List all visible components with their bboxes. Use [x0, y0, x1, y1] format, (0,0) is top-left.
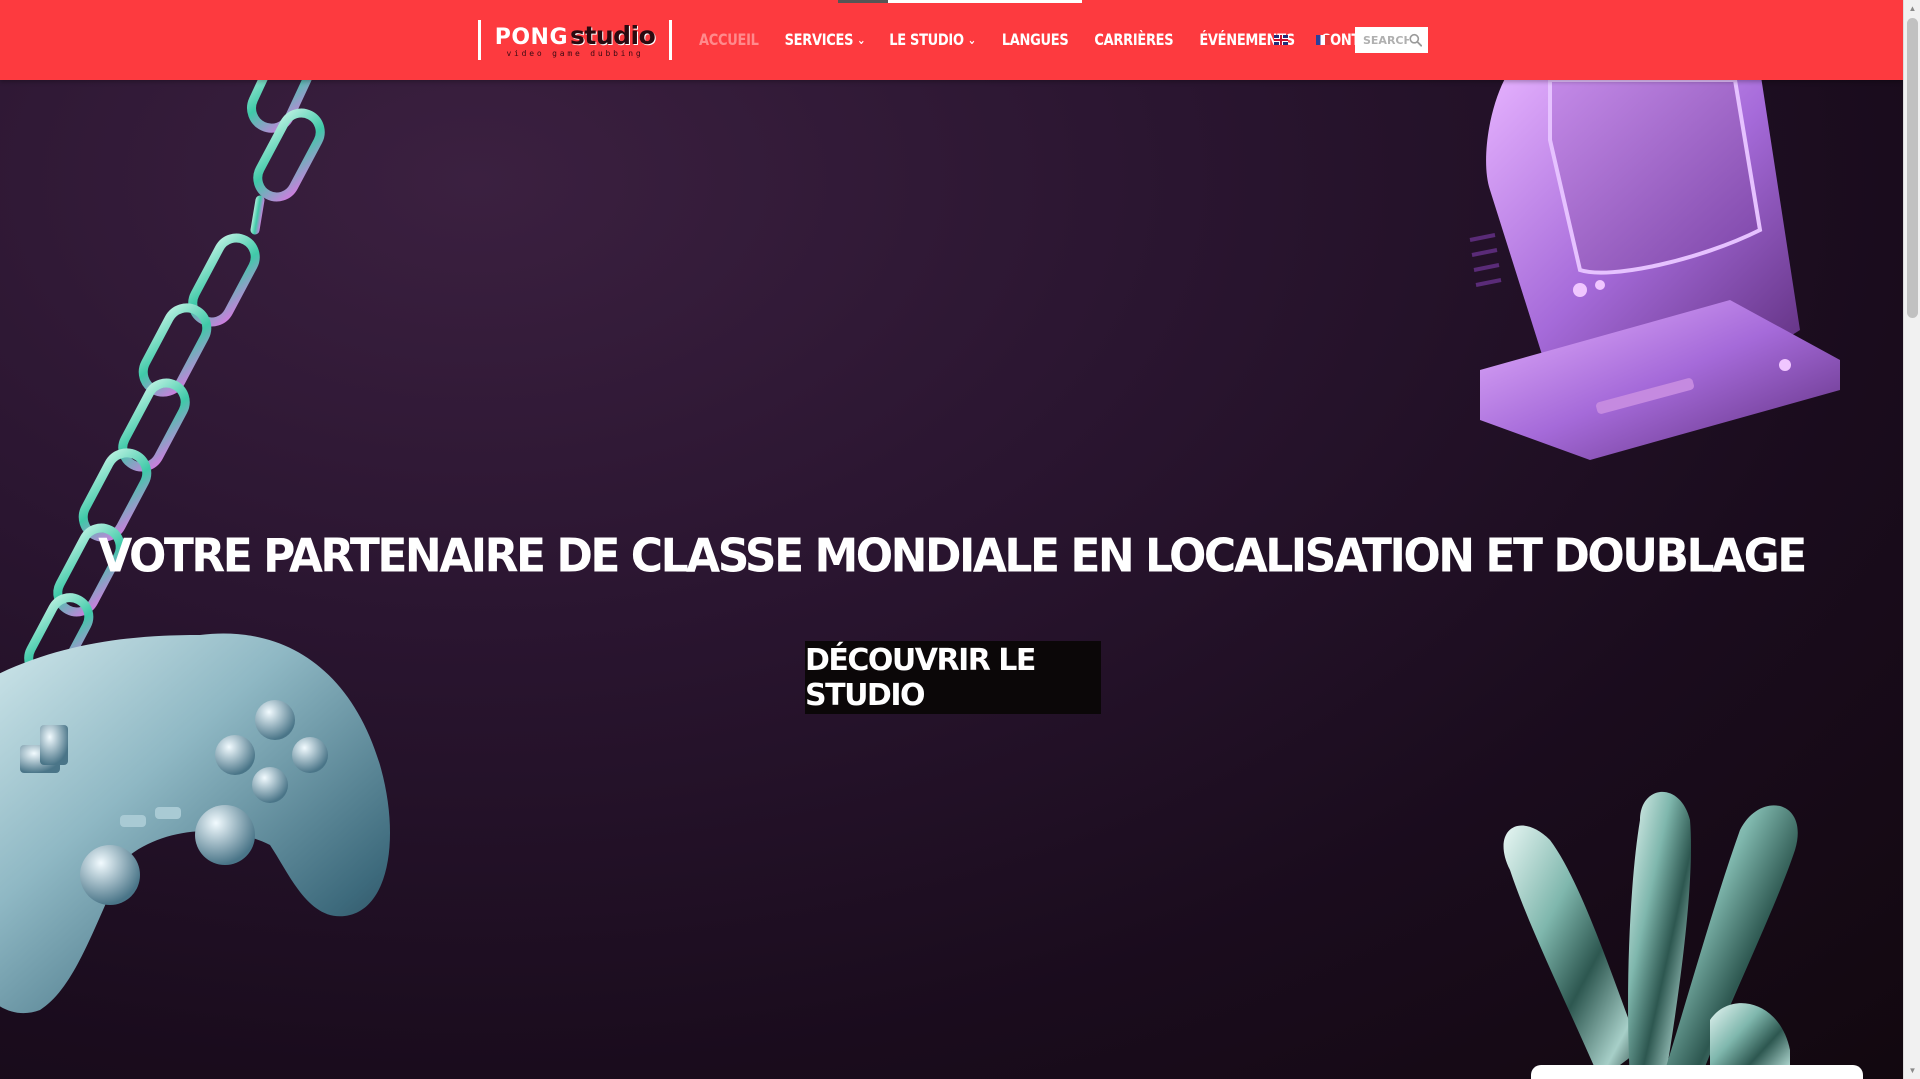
france-flag-icon[interactable]	[1316, 35, 1330, 45]
logo-brand: PONG	[494, 24, 568, 50]
uk-flag-icon[interactable]	[1274, 35, 1288, 45]
active-nav-indicator	[838, 0, 1082, 3]
nav-item-label: Accueil	[699, 30, 759, 50]
hero-section: VOTRE PARTENAIRE DE CLASSE MONDIALE EN L…	[0, 80, 1903, 1079]
nav-item-langues[interactable]: Langues	[1002, 0, 1069, 90]
discover-studio-button[interactable]: DÉCOUVRIR LE STUDIO	[805, 641, 1101, 714]
scroll-up-arrow-icon[interactable]: ▲	[1904, 0, 1920, 17]
nav-item-label: Langues	[1001, 30, 1069, 50]
site-header: PONG studio video game dubbing Accueil S…	[0, 0, 1903, 80]
nav-item-label: Le Studio	[889, 30, 964, 50]
logo-wordmark: PONG studio	[495, 23, 656, 49]
hero-title: VOTRE PARTENAIRE DE CLASSE MONDIALE EN L…	[98, 529, 1807, 584]
nav-item-label: Services	[784, 30, 854, 50]
nav-item-carrieres[interactable]: Carrières	[1094, 0, 1173, 90]
search-icon[interactable]	[1409, 33, 1422, 47]
nav-item-label: Carrières	[1094, 30, 1174, 50]
chevron-down-icon: ⌄	[857, 33, 866, 47]
chat-widget-tab[interactable]	[1531, 1065, 1863, 1079]
game-controller-illustration	[0, 633, 390, 1014]
site-logo[interactable]: PONG studio video game dubbing	[478, 20, 672, 60]
nav-item-le-studio[interactable]: Le Studio ⌄	[889, 0, 976, 90]
page: PONG studio video game dubbing Accueil S…	[0, 0, 1903, 1079]
logo-brand-suffix: studio	[570, 20, 656, 50]
search-input[interactable]	[1363, 30, 1409, 50]
retro-computer-illustration	[1469, 80, 1840, 460]
nav-item-services[interactable]: Services ⌄	[785, 0, 866, 90]
chrome-splash-illustration	[1503, 791, 1798, 1079]
chevron-down-icon: ⌄	[967, 33, 976, 47]
vertical-scrollbar[interactable]: ▲ ▼	[1903, 0, 1920, 1079]
scroll-down-arrow-icon[interactable]: ▼	[1904, 1062, 1920, 1079]
search-box	[1355, 27, 1428, 53]
logo-tagline: video game dubbing	[506, 48, 644, 58]
nav-item-evenements[interactable]: Événements	[1199, 0, 1295, 90]
scroll-thumb[interactable]	[1907, 18, 1918, 318]
nav-item-accueil[interactable]: Accueil	[699, 0, 759, 90]
